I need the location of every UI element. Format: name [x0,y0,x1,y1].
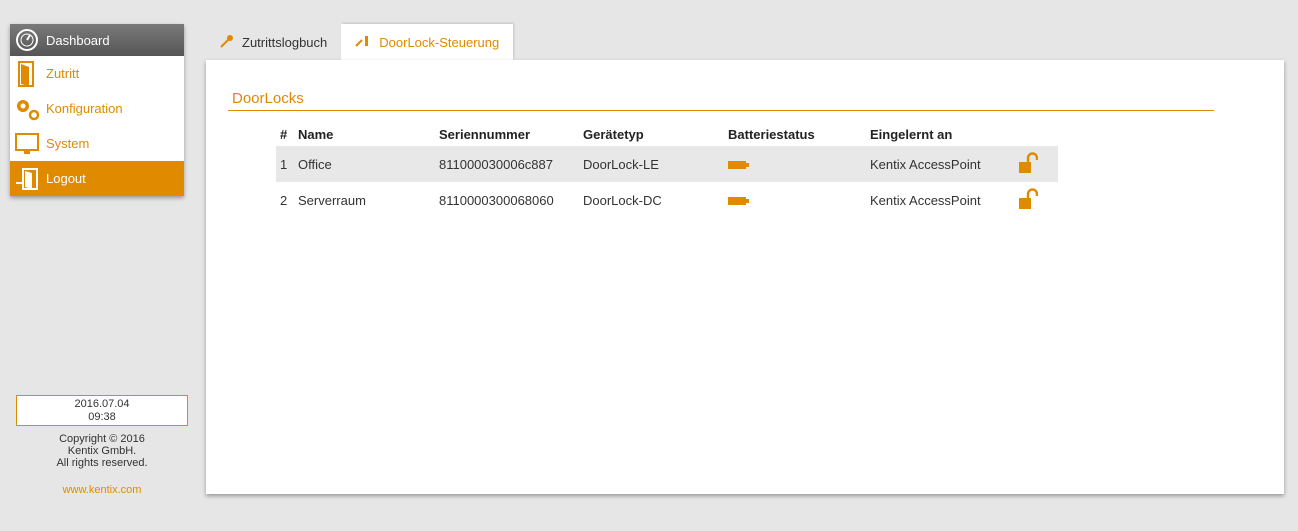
col-header-type: Gerätetyp [583,126,644,142]
unlock-icon[interactable] [1018,187,1039,213]
row-serial: 811000030006c887 [439,146,583,182]
row-battery [728,182,870,218]
row-name: Office [296,146,439,182]
sidebar-item-label: System [46,136,90,151]
row-number: 1 [276,146,296,182]
sidebar-item-konfiguration[interactable]: Konfiguration [10,91,184,126]
key-icon [220,34,234,51]
table-row[interactable]: 1 Office 811000030006c887 DoorLock-LE Ke… [276,146,1058,182]
row-type: DoorLock-DC [583,192,662,208]
sidebar-item-dashboard[interactable]: Dashboard [10,24,184,56]
row-lock [1018,182,1058,218]
table-row[interactable]: 2 Serverraum 8110000300068060 DoorLock-D… [276,182,1058,218]
col-header-battery: Batteriestatus [728,126,815,142]
row-battery [728,146,870,182]
table-header-row: # Name Seriennummer Gerätetyp Batteriest… [276,122,1058,146]
monitor-icon [14,130,40,158]
copyright-line: Kentix GmbH. [67,445,137,457]
sidebar-item-label: Zutritt [46,66,80,81]
col-header-serial: Seriennummer [439,126,531,142]
copyright-line: All rights reserved. [56,457,148,469]
door-icon [14,60,40,88]
gears-icon [14,95,40,123]
tab-zutrittslogbuch[interactable]: Zutrittslogbuch [206,24,341,60]
sidebar-nav: Dashboard Zutritt Konfiguration System L… [10,24,184,196]
sidebar-item-label: Konfiguration [46,101,123,116]
col-header-lock [1018,122,1058,146]
section-divider [228,110,1214,111]
row-type: DoorLock-LE [583,146,728,182]
copyright-notice: Copyright © 2016 Kentix GmbH. All rights… [16,433,188,469]
copyright-line: Copyright © 2016 [59,433,145,445]
tab-label: DoorLock-Steuerung [379,34,500,50]
sidebar-item-label: Dashboard [46,32,110,48]
main-panel: DoorLocks # Name Seriennummer Gerätetyp … [206,60,1284,494]
battery-icon [728,161,749,170]
row-paired: Kentix AccessPoint [870,146,1018,182]
sidebar-item-label: Logout [46,171,86,186]
datetime-display: 2016.07.04 09:38 [16,395,188,426]
unlock-icon[interactable] [1018,151,1039,177]
tab-bar: Zutrittslogbuch DoorLock-Steuerung [206,24,514,60]
tab-label: Zutrittslogbuch [242,34,328,50]
gauge-icon [14,26,40,54]
wrench-icon [355,35,371,50]
time-text: 09:38 [88,411,116,423]
sidebar-item-logout[interactable]: Logout [10,161,184,196]
logout-icon [14,165,40,193]
sidebar-item-system[interactable]: System [10,126,184,161]
col-header-paired: Eingelernt an [870,126,953,142]
row-name: Serverraum [298,192,366,208]
date-text: 2016.07.04 [74,398,130,410]
row-serial: 8110000300068060 [439,192,554,208]
website-link[interactable]: www.kentix.com [16,484,188,496]
section-title: DoorLocks [232,90,304,107]
sidebar-item-zutritt[interactable]: Zutritt [10,56,184,91]
col-header-number: # [280,126,288,142]
row-paired: Kentix AccessPoint [870,192,981,208]
row-number: 2 [280,192,288,208]
col-header-name: Name [298,126,334,142]
tab-doorlock-steuerung[interactable]: DoorLock-Steuerung [341,24,514,60]
row-lock [1018,146,1058,182]
battery-icon [728,197,749,206]
doorlocks-table: # Name Seriennummer Gerätetyp Batteriest… [276,122,1058,218]
